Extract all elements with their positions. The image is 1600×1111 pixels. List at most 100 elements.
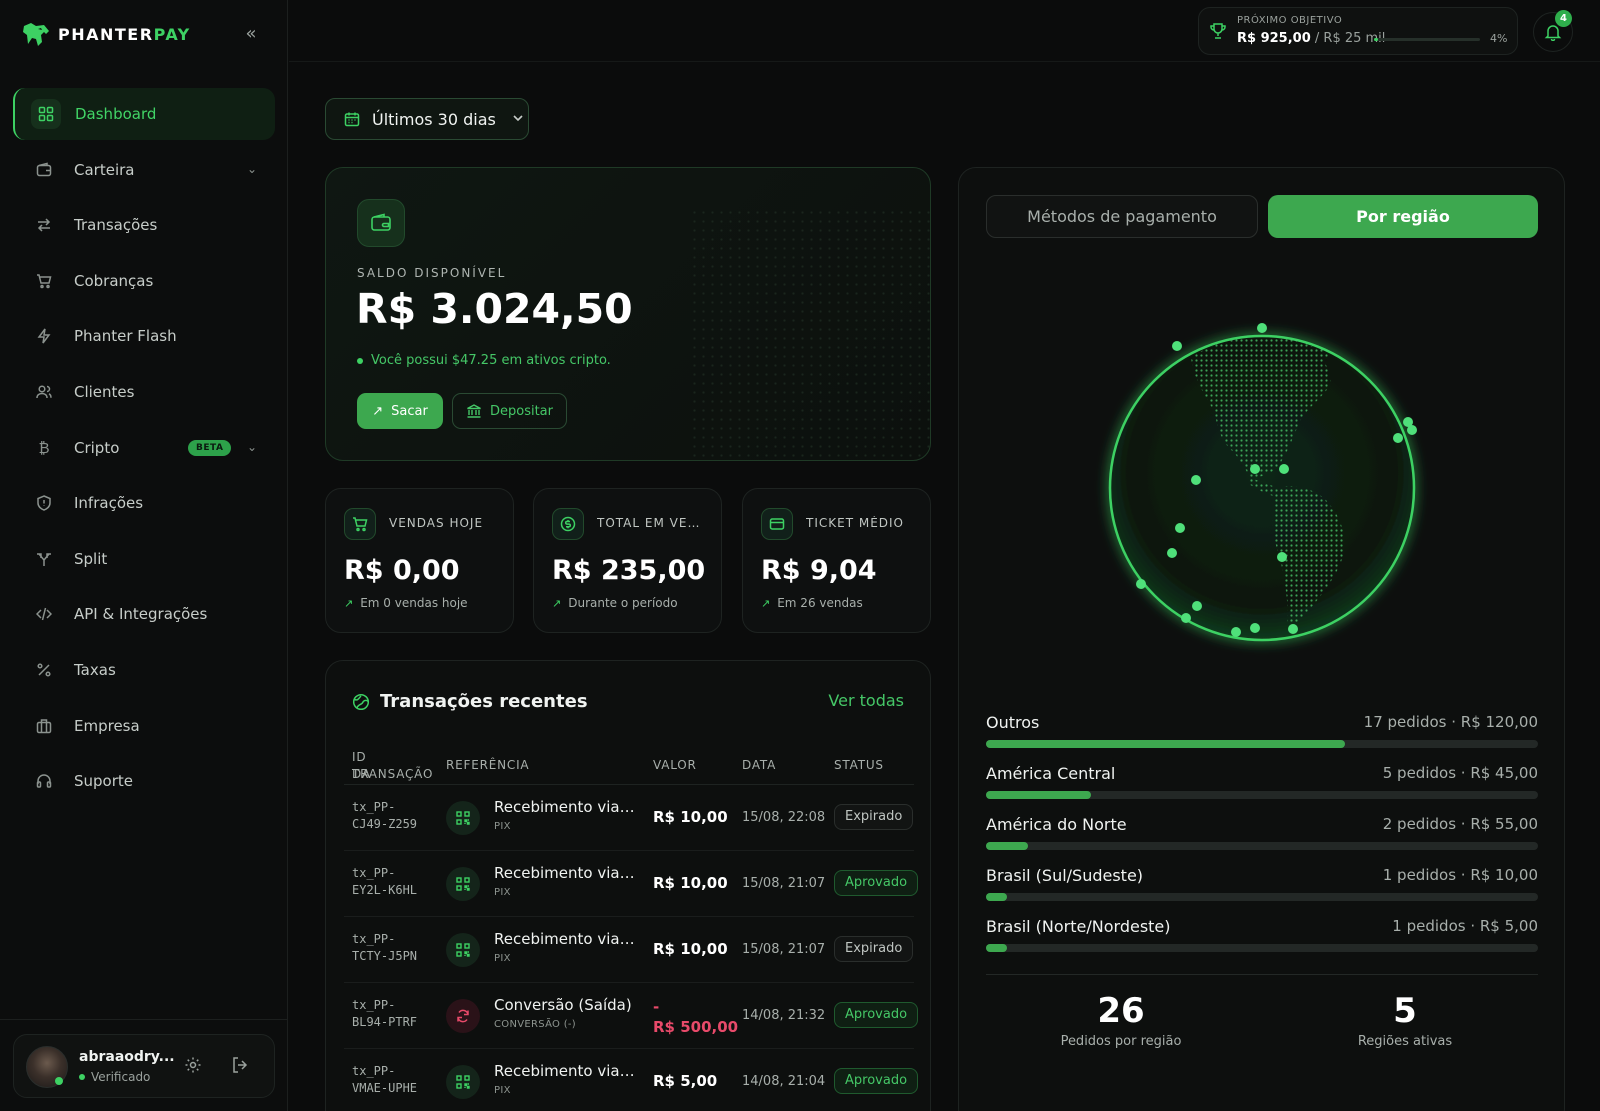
brand-name: PHANTERPAY — [58, 24, 191, 44]
column-header-date[interactable]: DATA — [742, 758, 776, 772]
beta-badge: BETA — [188, 439, 232, 456]
withdraw-button[interactable]: ↗ Sacar — [357, 393, 443, 429]
transaction-id: tx_PP- CJ49-Z259 — [352, 800, 418, 831]
online-indicator — [55, 1077, 63, 1085]
chevron-down-icon[interactable]: ⌄ — [247, 440, 257, 454]
order-marker[interactable] — [1167, 548, 1177, 558]
transaction-type: PIX — [494, 887, 511, 898]
region-row[interactable]: América do Norte 2 pedidos · R$ 55,00 — [986, 815, 1538, 865]
sidebar-item-empresa[interactable]: Empresa — [13, 700, 275, 752]
status-badge: Aprovado — [834, 1068, 919, 1094]
column-header-value[interactable]: VALOR — [653, 758, 697, 772]
stat-label: TICKET MÉDIO — [806, 516, 905, 530]
region-row[interactable]: Brasil (Norte/Nordeste) 1 pedidos · R$ 5,… — [986, 917, 1538, 967]
table-row[interactable]: tx_PP- CJ49-Z259 Recebimento via PIX PIX R$ … — [344, 785, 914, 851]
order-marker[interactable] — [1250, 464, 1260, 474]
status-dot — [357, 357, 363, 364]
chevrons-left-icon[interactable]: « — [240, 24, 262, 46]
sidebar-item-taxas[interactable]: Taxas — [13, 644, 275, 696]
sidebar-item-label: Phanter Flash — [74, 327, 177, 346]
region-row[interactable]: América Central 5 pedidos · R$ 45,00 — [986, 764, 1538, 814]
stat-label: VENDAS HOJE — [389, 516, 484, 530]
transaction-type: CONVERSÃO (-) — [494, 1019, 577, 1030]
order-marker[interactable] — [1181, 613, 1191, 623]
tab-by-region[interactable]: Por região — [1268, 195, 1538, 238]
region-stats: 5 pedidos · R$ 45,00 — [1382, 764, 1538, 782]
sidebar-item-label: Split — [74, 549, 108, 568]
sidebar-item-cripto[interactable]: ₿ Cripto BETA ⌄ — [13, 422, 275, 474]
orders-by-region-value: 26 — [1097, 991, 1145, 1031]
view-all-link[interactable]: Ver todas — [828, 691, 904, 710]
order-marker[interactable] — [1407, 425, 1417, 435]
order-marker[interactable] — [1277, 552, 1287, 562]
transaction-value: R$ 10,00 — [653, 940, 728, 958]
region-name: América do Norte — [986, 815, 1127, 834]
sidebar-item-clientes[interactable]: Clientes — [13, 366, 275, 418]
sidebar-item-transacoes[interactable]: Transações — [13, 199, 275, 251]
users-icon — [35, 383, 53, 401]
chevron-down-icon[interactable]: ⌄ — [247, 162, 257, 176]
sidebar-item-split[interactable]: Split — [13, 533, 275, 585]
order-marker[interactable] — [1172, 341, 1182, 351]
sidebar-item-carteira[interactable]: Carteira ⌄ — [13, 144, 275, 196]
sidebar-item-api[interactable]: API & Integrações — [13, 588, 275, 640]
sidebar-item-cobrancas[interactable]: Cobranças — [13, 255, 275, 307]
cart-icon — [344, 508, 376, 540]
deposit-button[interactable]: Depositar — [452, 393, 567, 429]
world-globe[interactable] — [959, 288, 1564, 748]
order-marker[interactable] — [1191, 475, 1201, 485]
region-row[interactable]: Brasil (Sul/Sudeste) 1 pedidos · R$ 10,00 — [986, 866, 1538, 916]
notification-count-badge: 4 — [1555, 10, 1572, 27]
status-badge: Expirado — [834, 804, 914, 830]
logout-icon[interactable] — [231, 1056, 249, 1078]
region-progress-fill — [986, 740, 1345, 748]
table-row[interactable]: tx_PP- TCTY-J5PN Recebimento via PIX PIX R$ … — [344, 917, 914, 983]
transaction-date: 14/08, 21:32 — [742, 1008, 826, 1023]
order-marker[interactable] — [1288, 624, 1298, 634]
table-row[interactable]: tx_PP- EY2L-K6HL Recebimento via PIX PIX R$ … — [344, 851, 919, 917]
sidebar-item-infracoes[interactable]: Infrações — [13, 477, 275, 529]
order-marker[interactable] — [1250, 623, 1260, 633]
order-marker[interactable] — [1257, 323, 1267, 333]
sidebar-item-phanter-flash[interactable]: Phanter Flash — [13, 310, 275, 362]
order-marker[interactable] — [1136, 579, 1146, 589]
stat-value: R$ 235,00 — [552, 555, 706, 586]
active-regions-label: Regiões ativas — [1357, 1034, 1453, 1049]
user-card[interactable]: abraaodry... Verificado — [13, 1034, 275, 1098]
table-row[interactable]: tx_PP- VMAE-UPHE Recebimento via PIX PIX R$ … — [344, 1049, 919, 1111]
region-progress-fill — [986, 842, 1028, 850]
order-marker[interactable] — [1175, 523, 1185, 533]
gear-icon[interactable] — [184, 1056, 202, 1078]
next-goal-widget[interactable]: PRÓXIMO OBJETIVO R$ 925,00 / R$ 25 mil 4… — [1198, 7, 1518, 55]
balance-card: SALDO DISPONÍVEL R$ 3.024,50 Você possui… — [325, 167, 931, 461]
panther-logo-icon — [23, 23, 49, 46]
tab-payment-methods[interactable]: Métodos de pagamento — [986, 195, 1258, 238]
date-range-select[interactable]: Últimos 30 dias — [325, 98, 529, 140]
region-progress-bar — [986, 740, 1538, 748]
order-marker[interactable] — [1231, 627, 1241, 637]
date-range-label: Últimos 30 dias — [372, 109, 496, 129]
active-regions-value: 5 — [1393, 991, 1417, 1031]
column-header-reference[interactable]: REFERÊNCIA — [446, 758, 529, 772]
table-row[interactable]: tx_PP- BL94-PTRF Conversão (Saída) CONVERSÃ… — [344, 983, 919, 1049]
status-badge: Expirado — [834, 936, 914, 962]
column-header-status[interactable]: STATUS — [834, 758, 884, 772]
sidebar-nav: Dashboard Carteira ⌄ Transações Cobrança… — [13, 88, 275, 811]
percent-icon — [35, 661, 53, 679]
transaction-value: R$ 10,00 — [653, 874, 728, 892]
grid-icon — [31, 99, 61, 129]
qr-code-icon — [446, 801, 480, 835]
region-name: Outros — [986, 713, 1040, 732]
region-panel: Métodos de pagamento Por região Outros 1… — [958, 167, 1565, 1111]
brand-logo[interactable]: PHANTERPAY — [22, 20, 191, 48]
building-icon — [35, 717, 53, 735]
status-badge: Aprovado — [834, 1002, 919, 1028]
dollar-circle-icon — [552, 508, 584, 540]
cart-icon — [35, 272, 53, 290]
sidebar-item-dashboard[interactable]: Dashboard — [13, 88, 275, 140]
order-marker[interactable] — [1192, 601, 1202, 611]
region-row[interactable]: Outros 17 pedidos · R$ 120,00 — [986, 713, 1538, 763]
sidebar-item-suporte[interactable]: Suporte — [13, 755, 275, 807]
order-marker[interactable] — [1393, 433, 1403, 443]
order-marker[interactable] — [1279, 464, 1289, 474]
